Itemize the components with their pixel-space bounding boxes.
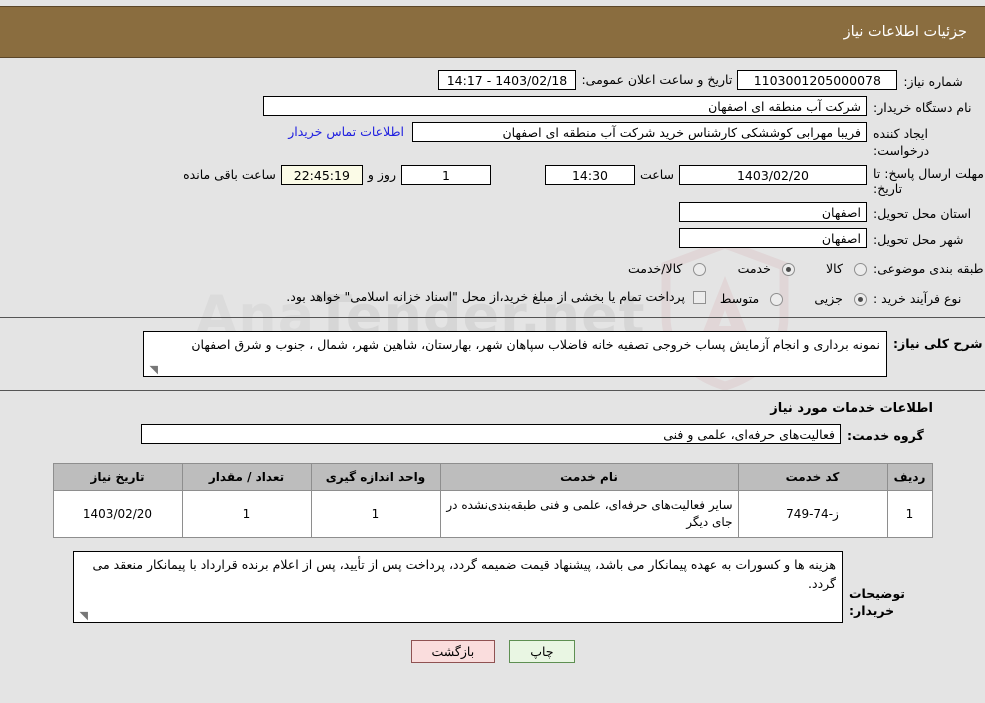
- resize-grip-icon[interactable]: ◥: [146, 364, 158, 376]
- back-button[interactable]: بازگشت: [410, 640, 496, 663]
- remaining-days-label: روز و: [367, 167, 396, 182]
- radio-kala-icon[interactable]: [854, 263, 867, 276]
- services-table: ردیف کد خدمت نام خدمت واحد اندازه گیری ت…: [52, 463, 933, 538]
- remaining-hours-label: ساعت باقی مانده: [183, 167, 276, 182]
- footer-button-bar: چاپ بازگشت: [0, 640, 985, 663]
- countdown-value: 22:45:19: [280, 165, 363, 185]
- buyer-contact-link[interactable]: اطلاعات تماس خریدار: [288, 122, 404, 142]
- province-value: اصفهان: [679, 202, 867, 222]
- creator-label: ایجاد کننده درخواست:: [873, 126, 930, 158]
- process-option-jozei[interactable]: جزیی: [783, 289, 867, 308]
- process-option-motevaset[interactable]: متوسط: [706, 289, 784, 308]
- col-date: تاریخ نیاز: [52, 463, 183, 491]
- cell-quantity: 1: [181, 490, 312, 538]
- cell-index: 1: [886, 490, 933, 538]
- deadline-date-value: 1403/02/20: [679, 165, 867, 185]
- row-service-group: گروه خدمت: فعالیت‌های حرفه‌ای، علمی و فن…: [0, 418, 985, 447]
- services-section: اطلاعات خدمات مورد نیاز گروه خدمت: فعالی…: [0, 391, 985, 538]
- row-process-type: نوع فرآیند خرید : جزیی متوسط پرداخت تمام…: [0, 281, 985, 311]
- services-heading: اطلاعات خدمات مورد نیاز: [770, 401, 933, 416]
- print-button[interactable]: چاپ: [509, 640, 575, 663]
- notes-section: توضیحات خریدار: هزینه ها و کسورات به عهد…: [0, 548, 985, 626]
- creator-value: فریبا مهرابی کوششکی کارشناس خرید شرکت آب…: [412, 122, 867, 142]
- col-code: کد خدمت: [737, 463, 888, 491]
- need-number-label: شماره نیاز:: [903, 74, 963, 89]
- page-title: جزئیات اطلاعات نیاز: [843, 24, 967, 40]
- notes-resize-grip-icon[interactable]: ◥: [76, 610, 88, 622]
- summary-panel: شماره نیاز: 1103001205000078 تاریخ و ساع…: [0, 58, 985, 318]
- radio-jozei-icon[interactable]: [854, 293, 867, 306]
- treasury-checkbox-label: پرداخت تمام یا بخشی از مبلغ خرید،از محل …: [286, 289, 685, 304]
- table-header-row: ردیف کد خدمت نام خدمت واحد اندازه گیری ت…: [52, 463, 933, 491]
- province-label: استان محل تحویل:: [873, 206, 972, 221]
- notes-text: هزینه ها و کسورات به عهده پیمانکار می با…: [92, 557, 836, 591]
- buyer-org-label: نام دستگاه خریدار:: [873, 100, 972, 115]
- process-label: نوع فرآیند خرید :: [873, 291, 962, 306]
- announce-label: تاریخ و ساعت اعلان عمومی:: [581, 72, 733, 87]
- city-value: اصفهان: [679, 228, 867, 248]
- category-option-kala-label: کالا: [826, 261, 843, 276]
- cell-date: 1403/02/20: [52, 490, 183, 538]
- category-option-khedmat-label: خدمت: [737, 261, 771, 276]
- row-notes: توضیحات خریدار: هزینه ها و کسورات به عهد…: [0, 548, 985, 626]
- row-buyer-org: نام دستگاه خریدار: شرکت آب منطقه ای اصفه…: [0, 93, 985, 119]
- notes-value[interactable]: هزینه ها و کسورات به عهده پیمانکار می با…: [73, 551, 843, 623]
- need-number-value: 1103001205000078: [737, 70, 898, 90]
- category-option-kala[interactable]: کالا: [795, 259, 867, 278]
- cell-code: ز-74-749: [737, 490, 888, 538]
- row-deadline: مهلت ارسال پاسخ: تا تاریخ: 1403/02/20 سا…: [0, 162, 985, 199]
- col-unit: واحد اندازه گیری: [310, 463, 441, 491]
- category-option-kala-khedmat-label: کالا/خدمت: [628, 261, 683, 276]
- process-radio-group: جزیی متوسط: [706, 287, 867, 308]
- description-value[interactable]: نمونه برداری و انجام آزمایش پساب خروجی ت…: [143, 331, 887, 377]
- row-city: شهر محل تحویل: اصفهان: [0, 225, 985, 251]
- description-label: شرح کلی نیاز:: [893, 336, 983, 351]
- city-label: شهر محل تحویل:: [873, 232, 964, 247]
- table-row: 1 ز-74-749 سایر فعالیت‌های حرفه‌ای، علمی…: [52, 490, 933, 538]
- description-text: نمونه برداری و انجام آزمایش پساب خروجی ت…: [191, 337, 880, 352]
- tender-details-page: AnaTender.net جزئیات اطلاعات نیاز شماره …: [0, 0, 985, 703]
- row-creator: ایجاد کننده درخواست: فریبا مهرابی کوششکی…: [0, 119, 985, 162]
- deadline-label: مهلت ارسال پاسخ: تا تاریخ:: [873, 166, 984, 196]
- radio-motevaset-icon[interactable]: [770, 293, 784, 306]
- row-need-number: شماره نیاز: 1103001205000078 تاریخ و ساع…: [0, 66, 985, 93]
- cell-unit: 1: [310, 490, 441, 538]
- cell-name: سایر فعالیت‌های حرفه‌ای، علمی و فنی طبقه…: [439, 490, 739, 538]
- row-description: شرح کلی نیاز: نمونه برداری و انجام آزمای…: [0, 328, 985, 380]
- service-group-value: فعالیت‌های حرفه‌ای، علمی و فنی: [141, 424, 841, 444]
- col-name: نام خدمت: [439, 463, 739, 491]
- row-province: استان محل تحویل: اصفهان: [0, 199, 985, 225]
- service-group-label: گروه خدمت:: [847, 428, 924, 443]
- col-quantity: تعداد / مقدار: [181, 463, 312, 491]
- services-table-wrapper: ردیف کد خدمت نام خدمت واحد اندازه گیری ت…: [0, 463, 985, 538]
- category-label: طبقه بندی موضوعی:: [873, 261, 984, 276]
- category-radio-group: کالا خدمت کالا/خدمت: [628, 257, 867, 278]
- treasury-checkbox[interactable]: [692, 291, 706, 304]
- process-option-motevaset-label: متوسط: [719, 291, 760, 306]
- radio-khedmat-icon[interactable]: [781, 263, 795, 276]
- process-option-jozei-label: جزیی: [814, 291, 843, 306]
- remaining-days-value: 1: [400, 165, 491, 185]
- description-panel: شرح کلی نیاز: نمونه برداری و انجام آزمای…: [0, 318, 985, 391]
- row-category: طبقه بندی موضوعی: کالا خدمت کالا/خدمت: [0, 251, 985, 281]
- category-option-kala-khedmat[interactable]: کالا/خدمت: [628, 259, 707, 278]
- announce-value: 1403/02/18 - 14:17: [437, 70, 577, 90]
- notes-label: توضیحات خریدار:: [849, 586, 905, 618]
- buyer-org-value: شرکت آب منطقه ای اصفهان: [263, 96, 867, 116]
- deadline-time-value: 14:30: [544, 165, 635, 185]
- hour-label: ساعت: [639, 167, 674, 182]
- radio-kala-khedmat-icon[interactable]: [693, 263, 707, 276]
- page-header: جزئیات اطلاعات نیاز: [0, 6, 985, 58]
- col-index: ردیف: [886, 463, 933, 491]
- category-option-khedmat[interactable]: خدمت: [706, 259, 795, 278]
